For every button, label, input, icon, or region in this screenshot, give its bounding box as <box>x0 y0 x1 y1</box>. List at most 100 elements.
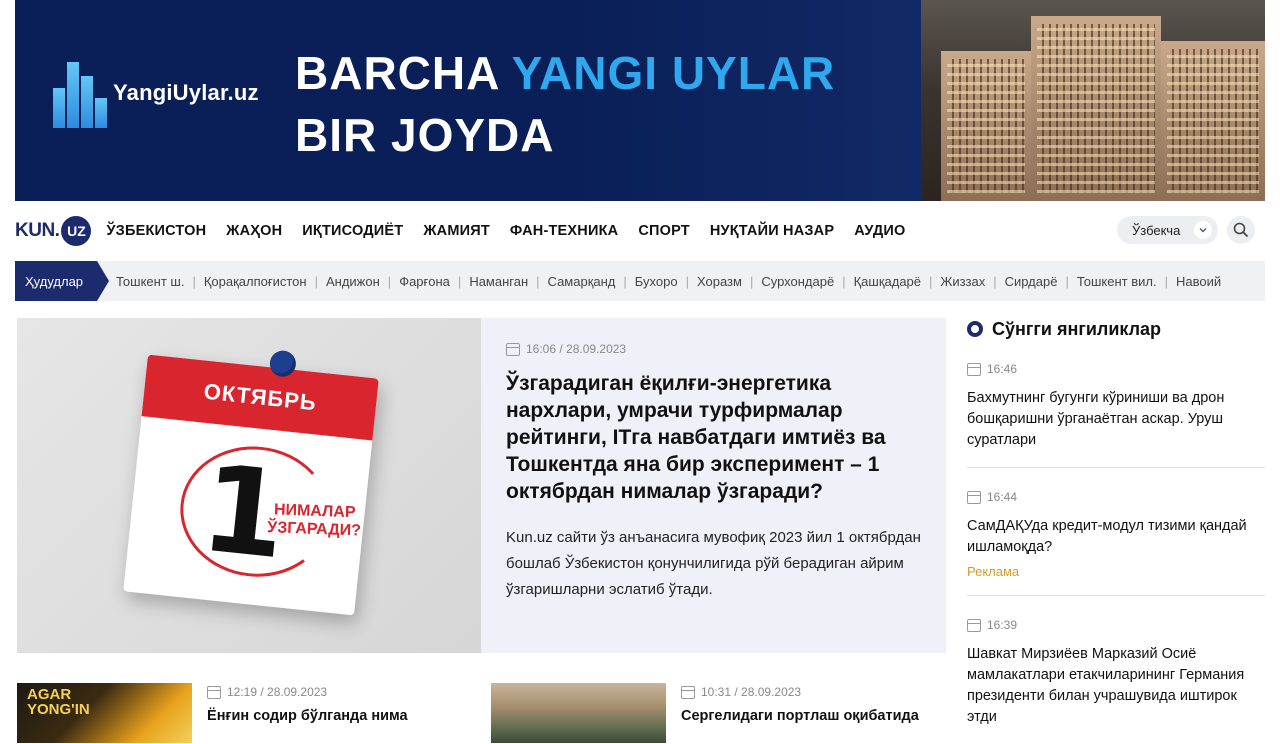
calendar-icon <box>681 685 695 699</box>
region-separator: | <box>842 273 846 289</box>
yangiuylar-logo: YangiUylar.uz <box>53 58 259 128</box>
nav-opinion[interactable]: НУҚТАЙИ НАЗАР <box>710 223 834 239</box>
region-link[interactable]: Навоий <box>1176 274 1221 289</box>
news-item-title[interactable]: Шавкат Мирзиёев Марказий Осиё мамлакатла… <box>967 644 1265 728</box>
featured-meta: 16:06 / 28.09.2023 <box>506 342 922 356</box>
news-card-image[interactable] <box>491 683 666 743</box>
region-link[interactable]: Қашқадарё <box>854 274 921 289</box>
site-logo[interactable]: KUN. UZ <box>15 215 92 247</box>
calendar-icon <box>967 490 981 504</box>
featured-body: 16:06 / 28.09.2023 Ўзгарадиган ёқилғи-эн… <box>481 318 946 653</box>
region-separator: | <box>192 273 196 289</box>
banner-building-image <box>921 0 1265 201</box>
region-link[interactable]: Андижон <box>326 274 380 289</box>
nav-society[interactable]: ЖАМИЯТ <box>423 223 490 239</box>
news-card-title[interactable]: Сергелидаги портлаш оқибатида <box>681 708 919 724</box>
ad-label: Реклама <box>967 564 1020 579</box>
nav-uzbekistan[interactable]: ЎЗБЕКИСТОН <box>106 223 206 239</box>
region-link[interactable]: Жиззах <box>940 274 985 289</box>
region-link[interactable]: Самарқанд <box>548 274 616 289</box>
logo-kun: KUN. <box>15 219 60 241</box>
region-separator: | <box>387 273 392 289</box>
nav-world[interactable]: ЖАҲОН <box>226 223 282 239</box>
logo-buildings-icon <box>53 58 107 128</box>
region-link[interactable]: Тошкент вил. <box>1077 274 1157 289</box>
region-separator: | <box>1164 273 1168 289</box>
featured-title[interactable]: Ўзгарадиган ёқилғи-энергетика нархлари, … <box>506 370 922 505</box>
featured-article[interactable]: ОКТЯБРЬ 1 НИМАЛАР ЎЗГАРАДИ? 16:06 / 28.0… <box>17 318 946 653</box>
region-separator: | <box>993 273 997 289</box>
nav-science-tech[interactable]: ФАН-ТЕХНИКА <box>510 223 618 239</box>
nav-audio[interactable]: АУДИО <box>854 223 905 239</box>
main-header: KUN. UZ ЎЗБЕКИСТОН ЖАҲОН ИҚТИСОДИЁТ ЖАМИ… <box>15 201 1265 260</box>
news-card[interactable]: AGAR YONG'IN 12:19 / 28.09.2023 Ёнғин со… <box>17 683 408 743</box>
featured-datetime: 16:06 / 28.09.2023 <box>526 342 627 356</box>
regions-list: Тошкент ш. | Қорақалпоғистон | Андижон | Фа… <box>116 274 1221 289</box>
banner-headline-line2: BIR JOYDA <box>295 109 555 161</box>
region-separator: | <box>623 273 627 289</box>
region-separator: | <box>749 273 754 289</box>
calendar-caption: НИМАЛАР ЎЗГАРАДИ? <box>267 501 362 541</box>
news-item-time: 16:46 <box>987 362 1018 376</box>
featured-image[interactable]: ОКТЯБРЬ 1 НИМАЛАР ЎЗГАРАДИ? <box>17 318 481 653</box>
region-link[interactable]: Тошкент ш. <box>116 274 184 289</box>
language-selector[interactable]: Ўзбекча <box>1117 216 1218 244</box>
calendar-caption-line1: НИМАЛАР <box>273 501 356 522</box>
news-card-meta: 12:19 / 28.09.2023 <box>207 685 408 699</box>
featured-description: Kun.uz сайти ўз анъанасига мувофиқ 2023 … <box>506 529 921 598</box>
bullet-icon <box>967 321 983 337</box>
search-button[interactable] <box>1227 216 1255 244</box>
calendar-illustration: ОКТЯБРЬ 1 НИМАЛАР ЎЗГАРАДИ? <box>123 349 379 616</box>
regions-bar: Ҳудудлар Тошкент ш. | Қорақалпоғистон | Ан… <box>15 261 1265 301</box>
news-card-title[interactable]: Ёнғин содир бўлганда нима <box>207 708 408 724</box>
nav-sport[interactable]: СПОРТ <box>638 223 690 239</box>
latest-news-header: Сўнгги янгиликлар <box>967 318 1265 340</box>
news-item-meta: 16:46 <box>967 362 1265 376</box>
news-item-time: 16:39 <box>987 618 1018 632</box>
region-link[interactable]: Бухоро <box>635 274 678 289</box>
calendar-month: ОКТЯБРЬ <box>141 354 379 441</box>
region-link[interactable]: Қорақалпоғистон <box>204 274 307 289</box>
news-item-title[interactable]: СамДАҚУда кредит-модул тизими қандай ишл… <box>967 516 1265 558</box>
nav-economy[interactable]: ИҚТИСОДИЁТ <box>302 223 403 239</box>
region-link[interactable]: Сурхондарё <box>761 274 834 289</box>
news-card-meta: 10:31 / 28.09.2023 <box>681 685 919 699</box>
news-item[interactable]: 16:46 Бахмутнинг бугунги кўриниши ва дро… <box>967 340 1265 468</box>
regions-label: Ҳудудлар <box>15 261 109 301</box>
news-item-meta: 16:39 <box>967 618 1265 632</box>
calendar-icon <box>506 342 520 356</box>
region-link[interactable]: Сирдарё <box>1005 274 1058 289</box>
news-card-image-text: AGAR YONG'IN <box>27 686 90 718</box>
latest-news: Сўнгги янгиликлар 16:46 Бахмутнинг бугун… <box>967 318 1265 744</box>
news-item[interactable]: 16:39 Шавкат Мирзиёев Марказий Осиё мамл… <box>967 596 1265 744</box>
banner-city-backdrop <box>575 0 935 201</box>
region-link[interactable]: Наманган <box>469 274 528 289</box>
calendar-icon <box>967 362 981 376</box>
news-card-image[interactable]: AGAR YONG'IN <box>17 683 192 743</box>
banner-headline-line1: BARCHA YANGI UYLAR <box>295 46 835 100</box>
region-separator: | <box>1065 273 1069 289</box>
ad-banner[interactable]: YangiUylar.uz BARCHA YANGI UYLAR BIR JOY… <box>15 0 1265 201</box>
language-label: Ўзбекча <box>1132 222 1181 238</box>
news-item-meta: 16:44 <box>967 490 1265 504</box>
news-card-body: 10:31 / 28.09.2023 Сергелидаги портлаш о… <box>681 683 919 743</box>
news-card-body: 12:19 / 28.09.2023 Ёнғин содир бўлганда … <box>207 683 408 743</box>
news-card[interactable]: 10:31 / 28.09.2023 Сергелидаги портлаш о… <box>491 683 919 743</box>
region-separator: | <box>536 273 540 289</box>
calendar-caption-line2: ЎЗГАРАДИ? <box>266 519 362 540</box>
chevron-down-icon <box>1194 221 1212 239</box>
calendar-icon <box>207 685 221 699</box>
banner-headline-accent: YANGI UYLAR <box>511 47 836 99</box>
news-item[interactable]: 16:44 СамДАҚУда кредит-модул тизими қанд… <box>967 468 1265 596</box>
news-card-datetime: 12:19 / 28.09.2023 <box>227 685 328 699</box>
region-link[interactable]: Фарғона <box>399 274 450 289</box>
region-link[interactable]: Хоразм <box>697 274 742 289</box>
news-item-title[interactable]: Бахмутнинг бугунги кўриниши ва дрон бошқ… <box>967 388 1265 451</box>
news-card-datetime: 10:31 / 28.09.2023 <box>701 685 802 699</box>
region-separator: | <box>685 273 689 289</box>
region-separator: | <box>314 273 318 289</box>
news-item-time: 16:44 <box>987 490 1018 504</box>
logo-text: YangiUylar.uz <box>113 80 259 105</box>
region-separator: | <box>929 273 933 289</box>
banner-headline-white: BARCHA <box>295 47 499 99</box>
